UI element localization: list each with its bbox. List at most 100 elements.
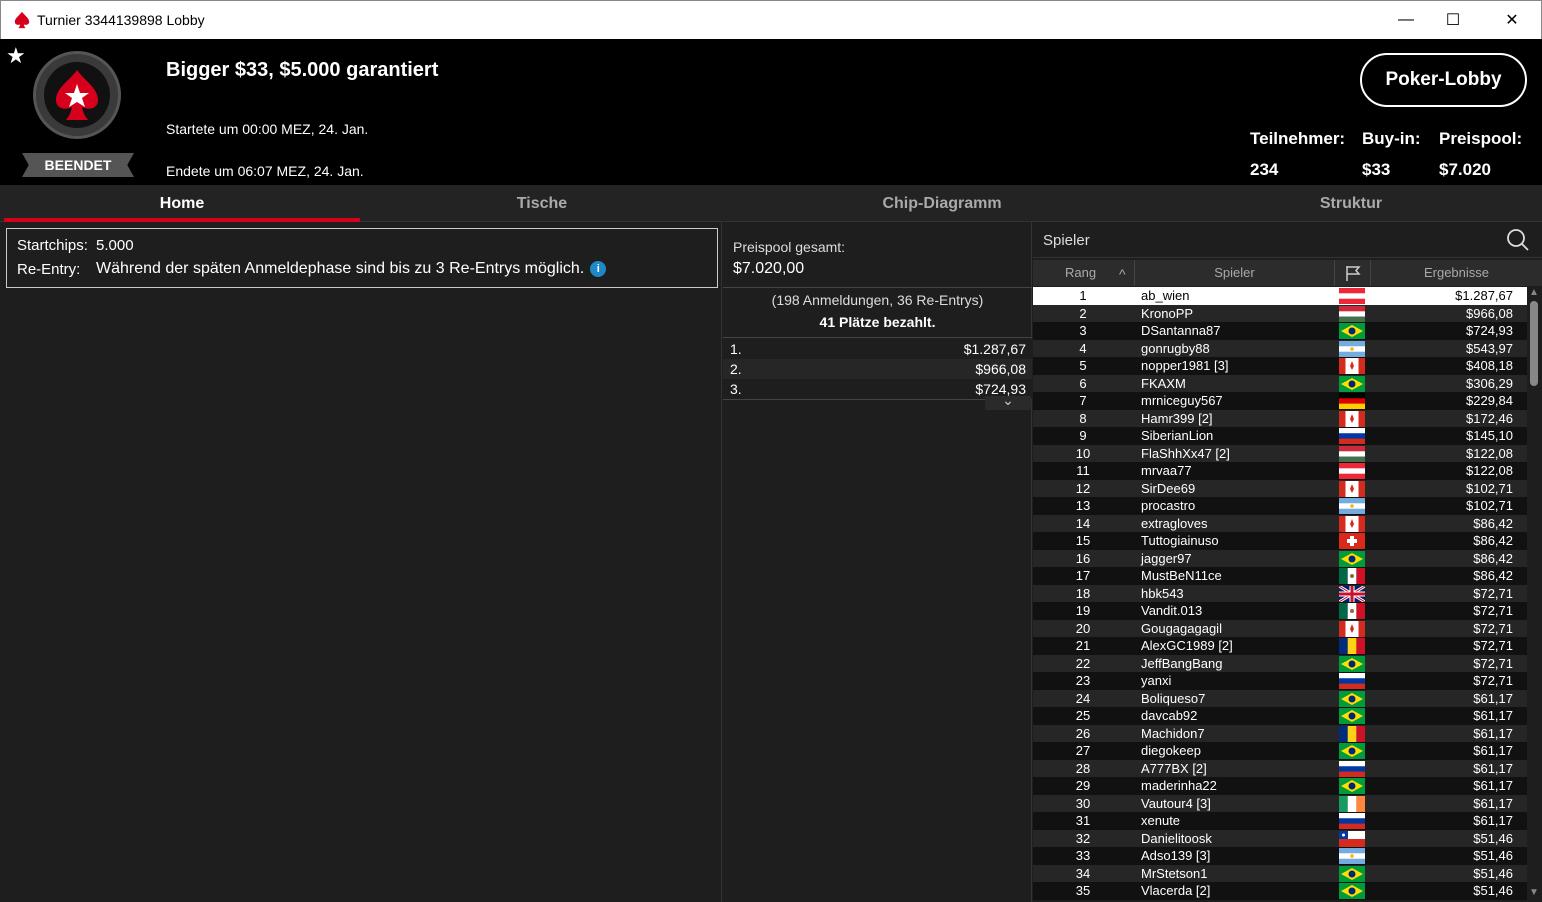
country-flag-icon [1339, 515, 1365, 532]
table-row[interactable]: 2 KronoPP $966,08 [1033, 304, 1527, 322]
player-search-input[interactable] [1033, 226, 1493, 254]
country-flag-icon [1339, 463, 1365, 479]
tab-tables[interactable]: Tische [364, 185, 720, 222]
table-row[interactable]: 8 Hamr399 [2] $172,46 [1033, 409, 1527, 427]
results-column-header[interactable]: Ergebnisse [1371, 260, 1542, 286]
country-flag-icon [1339, 288, 1365, 304]
players-panel: Rang ^ Spieler Ergebnisse 1 ab_wien $1.287… [1033, 222, 1542, 902]
table-row[interactable]: 28 A777BX [2] $61,17 [1033, 759, 1527, 777]
table-row[interactable]: 19 Vandit.013 $72,71 [1033, 602, 1527, 620]
table-row[interactable]: 14 extragloves $86,42 [1033, 514, 1527, 532]
expand-payouts-icon[interactable]: ⌄ [985, 393, 1031, 410]
payout-amount: $724,93 [975, 381, 1026, 397]
player-name: Hamr399 [2] [1141, 410, 1213, 426]
close-button[interactable]: ✕ [1489, 1, 1535, 39]
table-row[interactable]: 11 mrvaa77 $122,08 [1033, 462, 1527, 480]
search-icon[interactable] [1506, 228, 1530, 252]
table-row[interactable]: 9 SiberianLion $145,10 [1033, 427, 1527, 445]
start-time: Startete um 00:00 MEZ, 24. Jan. [166, 121, 369, 137]
player-list-scrollbar[interactable]: ▲ ▼ [1527, 287, 1542, 902]
country-flag-icon [1339, 340, 1365, 357]
table-row[interactable]: 24 Boliqueso7 $61,17 [1033, 689, 1527, 707]
player-list: 1 ab_wien $1.287,67 2 KronoPP $966,08 3 DSantan… [1033, 287, 1527, 902]
table-row[interactable]: 25 davcab92 $61,17 [1033, 707, 1527, 725]
tab-home[interactable]: Home [4, 185, 360, 222]
player-name: Vlacerda [2] [1141, 883, 1211, 898]
player-search [1033, 222, 1542, 258]
table-row[interactable]: 20 Gougagagagil $72,71 [1033, 619, 1527, 637]
rank-column-header[interactable]: Rang ^ [1033, 260, 1135, 286]
table-row[interactable]: 32 Danielitoosk $51,46 [1033, 829, 1527, 847]
table-row[interactable]: 3 DSantanna87 $724,93 [1033, 322, 1527, 340]
table-row[interactable]: 15 Tuttogiainuso $86,42 [1033, 532, 1527, 550]
prizepool-label: Preispool: [1439, 129, 1523, 148]
country-flag-icon [1339, 795, 1365, 812]
tab-structure[interactable]: Struktur [1162, 185, 1540, 222]
country-flag-icon [1339, 830, 1365, 847]
favorite-star-icon[interactable]: ★ [6, 43, 26, 69]
flag-icon [1345, 266, 1361, 281]
payout-row: 1. $1.287,67 [723, 339, 1032, 359]
player-name: Boliqueso7 [1141, 690, 1206, 706]
table-row[interactable]: 35 Vlacerda [2] $51,46 [1033, 882, 1527, 900]
player-rank: 22 [1075, 655, 1091, 671]
country-flag-icon [1339, 620, 1365, 637]
country-flag-icon [1339, 848, 1365, 864]
table-row[interactable]: 10 FlaShhXx47 [2] $122,08 [1033, 444, 1527, 462]
player-name: procastro [1141, 498, 1196, 513]
table-row[interactable]: 7 mrniceguy567 $229,84 [1033, 392, 1527, 410]
buyin-label: Buy-in: [1362, 129, 1421, 148]
player-rank: 6 [1079, 375, 1087, 391]
country-flag-icon [1339, 410, 1365, 427]
player-rank: 18 [1075, 585, 1091, 601]
info-icon[interactable]: i [590, 261, 607, 277]
table-row[interactable]: 22 JeffBangBang $72,71 [1033, 654, 1527, 672]
table-row[interactable]: 5 nopper1981 [3] $408,18 [1033, 357, 1527, 375]
table-row[interactable]: 13 procastro $102,71 [1033, 497, 1527, 515]
scrollbar-thumb[interactable] [1530, 301, 1538, 386]
tab-chip-chart[interactable]: Chip-Diagramm [722, 185, 1162, 222]
player-rank: 10 [1075, 445, 1091, 461]
poker-lobby-button[interactable]: Poker-Lobby [1360, 53, 1527, 107]
table-row[interactable]: 27 diegokeep $61,17 [1033, 742, 1527, 760]
country-flag-icon [1339, 865, 1365, 882]
table-row[interactable]: 12 SirDee69 $102,71 [1033, 479, 1527, 497]
player-column-header[interactable]: Spieler [1135, 260, 1335, 286]
rank-header-label: Rang [1065, 265, 1097, 280]
player-name: Tuttogiainuso [1141, 533, 1219, 548]
table-row[interactable]: 29 maderinha22 $61,17 [1033, 777, 1527, 795]
player-rank: 4 [1079, 340, 1087, 356]
minimize-button[interactable]: — [1383, 1, 1429, 39]
player-rank: 8 [1079, 410, 1087, 426]
table-row[interactable]: 6 FKAXM $306,29 [1033, 374, 1527, 392]
table-row[interactable]: 16 jagger97 $86,42 [1033, 549, 1527, 567]
players-count-label: Teilnehmer: [1250, 129, 1346, 148]
country-column-header[interactable] [1335, 260, 1371, 286]
table-row[interactable]: 31 xenute $61,17 [1033, 812, 1527, 830]
country-flag-icon [1339, 725, 1365, 742]
table-row[interactable]: 33 Adso139 [3] $51,46 [1033, 847, 1527, 865]
player-result: $61,17 [1473, 708, 1513, 723]
country-flag-icon [1339, 585, 1365, 602]
table-row[interactable]: 21 AlexGC1989 [2] $72,71 [1033, 637, 1527, 655]
table-row[interactable]: 34 MrStetson1 $51,46 [1033, 864, 1527, 882]
table-row[interactable]: 1 ab_wien $1.287,67 [1033, 287, 1527, 305]
table-row[interactable]: 30 Vautour4 [3] $61,17 [1033, 794, 1527, 812]
player-rank: 33 [1075, 848, 1091, 863]
player-result: $122,08 [1466, 445, 1513, 461]
entries-count: (198 Anmeldungen, 36 Re-Entrys) [771, 292, 984, 308]
player-result: $102,71 [1466, 480, 1513, 496]
table-row[interactable]: 18 hbk543 $72,71 [1033, 584, 1527, 602]
payout-position: 2. [730, 361, 742, 377]
country-flag-icon [1339, 778, 1365, 794]
maximize-button[interactable]: ☐ [1430, 1, 1476, 39]
player-result: $86,42 [1473, 515, 1513, 531]
player-result: $102,71 [1466, 498, 1513, 513]
table-row[interactable]: 17 MustBeN11ce $86,42 [1033, 567, 1527, 585]
player-result: $72,71 [1473, 585, 1513, 601]
table-row[interactable]: 26 Machidon7 $61,17 [1033, 724, 1527, 742]
player-name: davcab92 [1141, 708, 1198, 723]
player-result: $86,42 [1473, 533, 1513, 548]
table-row[interactable]: 4 gonrugby88 $543,97 [1033, 339, 1527, 357]
table-row[interactable]: 23 yanxi $72,71 [1033, 672, 1527, 690]
